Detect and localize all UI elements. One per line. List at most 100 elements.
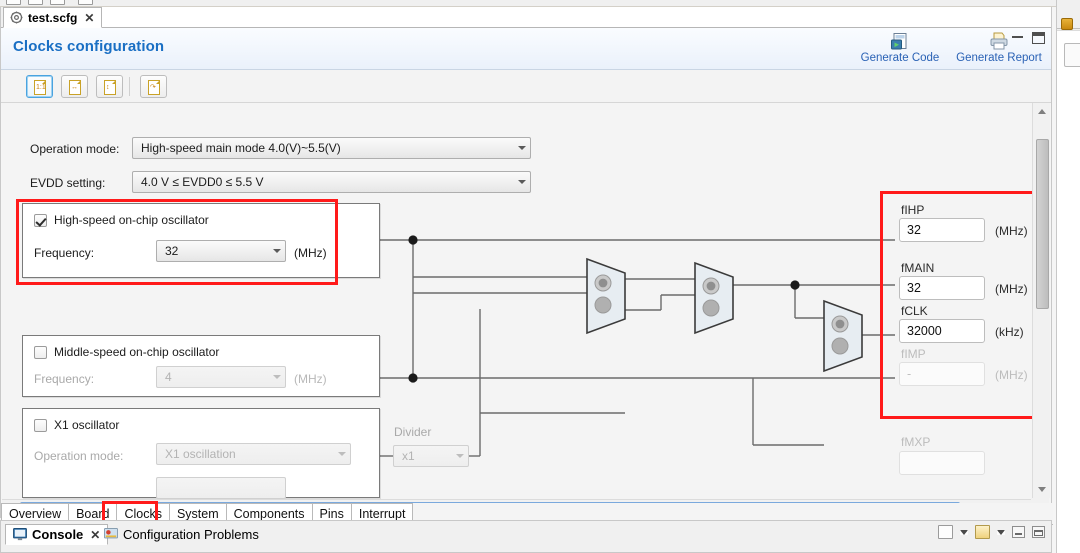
junction-dot: [408, 235, 418, 245]
chevron-down-icon: [514, 172, 530, 192]
divider-value: x1: [402, 449, 415, 463]
divider-label: Divider: [394, 425, 432, 439]
evdd-setting-value: 4.0 V ≤ EVDD0 ≤ 5.5 V: [141, 175, 264, 189]
fclk-field[interactable]: 32000: [899, 319, 985, 343]
junction-dot: [790, 280, 800, 290]
mux-3: [823, 299, 863, 373]
open-console-icon[interactable]: [975, 525, 990, 539]
toolbar-separator: [129, 77, 130, 96]
high-speed-oscillator-group: High-speed on-chip oscillator Frequency:…: [22, 203, 380, 278]
gear-icon: [10, 11, 23, 24]
fclk-label: fCLK: [901, 304, 928, 318]
adjacent-panel-button[interactable]: [1064, 43, 1080, 67]
high-speed-oscillator-checkbox-row[interactable]: High-speed on-chip oscillator: [34, 213, 209, 227]
fimp-field[interactable]: -: [899, 362, 985, 386]
editor-tab-row: test.scfg ✕: [1, 7, 1051, 28]
clock-diagram-canvas: Operation mode: High-speed main mode 4.0…: [2, 103, 1050, 517]
x1-oscillator-group: X1 oscillator Operation mode: X1 oscilla…: [22, 408, 380, 499]
vertical-scrollbar[interactable]: [1032, 103, 1050, 498]
chevron-down-icon: [269, 367, 285, 387]
x1-operation-mode-combo[interactable]: X1 oscillation: [156, 443, 351, 465]
minimize-icon[interactable]: [1011, 32, 1024, 44]
editor-tab-test-scfg[interactable]: test.scfg ✕: [3, 7, 103, 28]
maximize-icon[interactable]: [1032, 32, 1045, 44]
configuration-problems-tab[interactable]: Configuration Problems: [96, 524, 267, 545]
mux-1: [586, 257, 626, 335]
junction-dot: [408, 373, 418, 383]
fit-width-button[interactable]: ↔: [61, 75, 88, 98]
high-speed-frequency-value: 32: [165, 244, 179, 258]
toolbar-icon-4[interactable]: [78, 0, 93, 5]
editor-panel: test.scfg ✕ Clocks configuration Generat…: [0, 7, 1053, 527]
evdd-setting-combo[interactable]: 4.0 V ≤ EVDD0 ≤ 5.5 V: [132, 171, 531, 193]
page-tab-label: Components: [233, 507, 305, 521]
export-button[interactable]: ↷: [140, 75, 167, 98]
high-speed-oscillator-label: High-speed on-chip oscillator: [54, 213, 209, 227]
fmain-unit: (MHz): [995, 282, 1028, 296]
display-selected-console-icon[interactable]: [938, 525, 953, 539]
fmain-label: fMAIN: [901, 261, 935, 275]
fit-one-to-one-button[interactable]: 1:1: [26, 75, 53, 98]
x1-oscillator-checkbox[interactable]: [34, 418, 47, 432]
editor-tab-label: test.scfg: [28, 10, 78, 25]
toolbar-icon-2[interactable]: [28, 0, 43, 5]
divider-combo[interactable]: x1: [393, 445, 469, 467]
scroll-up-arrow[interactable]: [1033, 103, 1050, 120]
fit-height-button[interactable]: ↕: [96, 75, 123, 98]
clock-diagram-content: Operation mode: High-speed main mode 4.0…: [2, 103, 1050, 499]
editor-window-buttons: [1011, 32, 1045, 44]
high-speed-oscillator-checkbox[interactable]: [34, 213, 47, 227]
diagram-toolbar: 1:1 ↔ ↕ ↷: [1, 70, 1051, 103]
toolbar-icon-1[interactable]: [6, 0, 21, 5]
package-icon: [1061, 18, 1073, 30]
chevron-down-icon: [269, 241, 285, 261]
middle-speed-oscillator-checkbox[interactable]: [34, 345, 47, 359]
fihp-label: fIHP: [901, 203, 925, 217]
form-header: Clocks configuration Generate Code Gener…: [1, 28, 1051, 70]
close-icon[interactable]: ✕: [82, 12, 94, 24]
problems-icon: [104, 528, 118, 541]
high-speed-frequency-label: Frequency:: [34, 246, 95, 260]
page-tab-label: Interrupt: [358, 507, 406, 521]
chevron-down-icon[interactable]: [960, 529, 968, 535]
middle-speed-oscillator-checkbox-row[interactable]: Middle-speed on-chip oscillator: [34, 345, 219, 359]
fihp-field[interactable]: 32: [899, 218, 985, 242]
x1-oscillator-label: X1 oscillator: [54, 418, 120, 432]
high-speed-frequency-combo[interactable]: 32: [156, 240, 286, 262]
console-toolbar: [938, 525, 1045, 539]
fimp-unit: (MHz): [995, 368, 1028, 382]
console-panel: Console ✕ Configuration Problems: [0, 520, 1052, 553]
minimize-icon[interactable]: [1012, 526, 1025, 538]
chevron-down-icon: [334, 444, 350, 464]
fmain-field[interactable]: 32: [899, 276, 985, 300]
maximize-icon[interactable]: [1032, 526, 1045, 538]
toolbar-icon-3[interactable]: [50, 0, 65, 5]
scroll-down-arrow[interactable]: [1033, 481, 1050, 498]
middle-speed-oscillator-group: Middle-speed on-chip oscillator Frequenc…: [22, 335, 380, 397]
fimp-label: fIMP: [901, 347, 926, 361]
adjacent-panel-header: [1057, 7, 1080, 30]
vertical-scrollbar-thumb[interactable]: [1036, 139, 1049, 309]
console-tab[interactable]: Console ✕: [5, 524, 109, 545]
fmain-value: 32: [907, 281, 921, 295]
console-tab-label: Console: [32, 527, 84, 542]
page-title: Clocks configuration: [13, 38, 165, 55]
chevron-down-icon[interactable]: [997, 529, 1005, 535]
x1-frequency-combo[interactable]: [156, 477, 286, 499]
operation-mode-combo[interactable]: High-speed main mode 4.0(V)~5.5(V): [132, 137, 531, 159]
fihp-value: 32: [907, 223, 921, 237]
x1-oscillator-checkbox-row[interactable]: X1 oscillator: [34, 418, 119, 432]
middle-speed-frequency-combo[interactable]: 4: [156, 366, 286, 388]
chevron-down-icon: [452, 446, 468, 466]
middle-speed-frequency-value: 4: [165, 370, 172, 384]
evdd-setting-label: EVDD setting:: [30, 176, 106, 190]
fclk-value: 32000: [907, 324, 942, 338]
fmxp-field[interactable]: [899, 451, 985, 475]
clocks-configuration-screen: test.scfg ✕ Clocks configuration Generat…: [0, 0, 1080, 553]
generate-code-label: Generate Code: [860, 52, 940, 64]
page-tab-label: Pins: [319, 507, 344, 521]
x1-operation-mode-label: Operation mode:: [34, 449, 124, 463]
editor-tab-row-filler: [101, 7, 1051, 28]
page-tab-label: System: [176, 507, 219, 521]
generate-code-button[interactable]: Generate Code: [857, 32, 943, 64]
